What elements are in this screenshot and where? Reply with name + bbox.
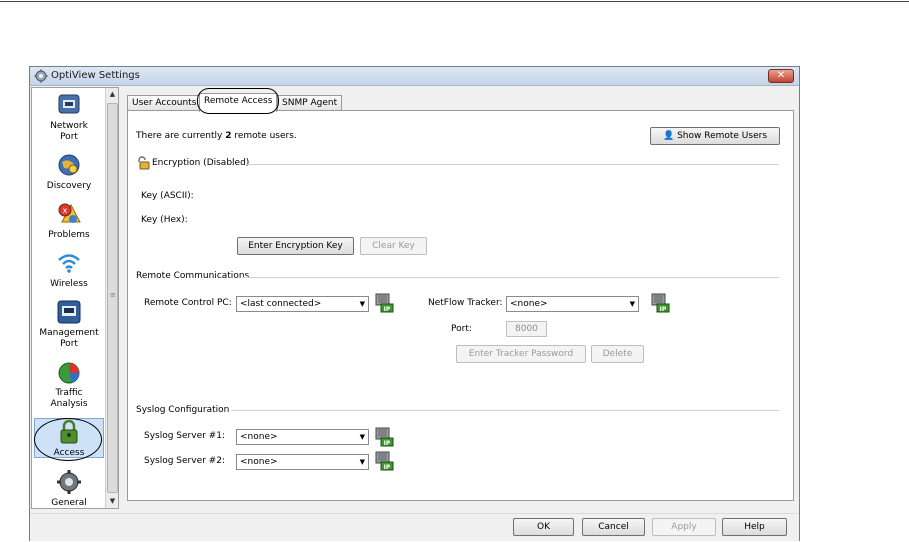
netflow-tracker-dropdown[interactable]: <none> ▼	[506, 296, 639, 312]
settings-gear-icon	[34, 69, 48, 83]
traffic-analysis-icon	[58, 362, 80, 384]
remote-communications-header: Remote Communications	[136, 271, 250, 281]
users-icon: 👤	[662, 131, 675, 141]
syslog-divider	[231, 410, 779, 411]
ip-config-icon[interactable]: IP	[650, 293, 670, 313]
svg-text:x: x	[63, 206, 68, 215]
svg-text:IP: IP	[384, 306, 391, 313]
scrollbar-thumb[interactable]: ≡	[107, 103, 118, 493]
netflow-tracker-value: <none>	[510, 299, 548, 309]
optiview-settings-window: OptiView Settings ✕ Network Port Discove…	[29, 66, 800, 541]
svg-text:IP: IP	[384, 440, 391, 447]
tab-label: User Accounts	[132, 98, 197, 108]
remote-users-suffix: remote users.	[231, 131, 297, 141]
access-highlight-circle	[34, 418, 102, 461]
sidebar-item-management-port[interactable]: Management Port	[34, 299, 104, 350]
syslog-server-1-value: <none>	[240, 432, 278, 442]
syslog-server-2-label: Syslog Server #2:	[144, 456, 225, 466]
enter-encryption-key-button[interactable]: Enter Encryption Key	[237, 237, 354, 255]
sidebar-item-label: Discovery	[46, 181, 92, 191]
sidebar-item-problems[interactable]: x Problems	[34, 201, 104, 241]
apply-button[interactable]: Apply	[652, 518, 716, 536]
help-button[interactable]: Help	[722, 518, 787, 536]
sidebar-item-general[interactable]: General	[34, 469, 104, 508]
sidebar-item-wireless[interactable]: Wireless	[34, 250, 104, 290]
scroll-up-icon[interactable]: ▲	[106, 88, 119, 101]
syslog-server-2-value: <none>	[240, 457, 278, 467]
general-gear-icon	[57, 470, 81, 494]
tab-label: SNMP Agent	[282, 98, 338, 108]
sidebar-item-label: General	[51, 498, 87, 508]
problems-icon: x	[58, 203, 81, 223]
discovery-icon	[58, 154, 80, 176]
sidebar-item-network-port[interactable]: Network Port	[34, 92, 104, 143]
cancel-button[interactable]: Cancel	[582, 518, 645, 536]
page-top-rule	[0, 1, 909, 2]
port-field[interactable]: 8000	[506, 321, 547, 337]
remote-control-pc-dropdown[interactable]: <last connected> ▼	[236, 296, 369, 312]
ip-config-icon[interactable]: IP	[374, 293, 394, 313]
chevron-down-icon: ▼	[629, 300, 635, 308]
chevron-down-icon: ▼	[359, 300, 365, 308]
sidebar-item-label: Traffic Analysis	[50, 388, 88, 409]
remote-users-prefix: There are currently	[136, 131, 226, 141]
chevron-down-icon: ▼	[359, 458, 365, 466]
syslog-server-1-dropdown[interactable]: <none> ▼	[236, 429, 369, 445]
chevron-down-icon: ▼	[359, 433, 365, 441]
syslog-configuration-header: Syslog Configuration	[136, 405, 230, 415]
clear-key-button[interactable]: Clear Key	[360, 237, 427, 255]
remote-access-highlight-circle	[197, 88, 279, 114]
tab-snmp-agent[interactable]: SNMP Agent	[277, 95, 343, 111]
key-hex-label: Key (Hex):	[141, 215, 188, 225]
syslog-server-1-label: Syslog Server #1:	[144, 431, 225, 441]
remote-users-text: There are currently 2 remote users.	[136, 131, 297, 141]
show-remote-users-button[interactable]: 👤 Show Remote Users	[650, 127, 780, 145]
sidebar-item-discovery[interactable]: Discovery	[34, 152, 104, 192]
sidebar-item-label: Problems	[48, 230, 90, 240]
port-label: Port:	[451, 324, 472, 334]
sidebar-item-label: Management Port	[39, 328, 99, 349]
ip-config-icon[interactable]: IP	[374, 427, 394, 447]
enter-tracker-password-button[interactable]: Enter Tracker Password	[456, 345, 586, 363]
management-port-icon	[57, 300, 81, 324]
netflow-tracker-label: NetFlow Tracker:	[428, 298, 503, 308]
encryption-header: Encryption (Disabled)	[152, 158, 250, 168]
ip-config-icon[interactable]: IP	[374, 451, 394, 471]
network-port-icon	[58, 94, 80, 114]
ok-button[interactable]: OK	[513, 518, 574, 536]
tab-user-accounts[interactable]: User Accounts	[127, 95, 202, 111]
close-button[interactable]: ✕	[768, 69, 794, 83]
sidebar-item-label: Network Port	[50, 121, 88, 142]
delete-button[interactable]: Delete	[591, 345, 644, 363]
remote-control-pc-label: Remote Control PC:	[144, 298, 232, 308]
remote-control-pc-value: <last connected>	[240, 299, 322, 309]
svg-text:IP: IP	[660, 306, 667, 313]
show-remote-users-label: Show Remote Users	[677, 131, 768, 141]
key-ascii-label: Key (ASCII):	[141, 191, 194, 201]
scroll-down-icon[interactable]: ▼	[106, 495, 119, 508]
sidebar-item-label: Wireless	[50, 279, 88, 289]
title-bar: OptiView Settings ✕	[30, 67, 799, 86]
grip-icon: ≡	[110, 291, 116, 299]
encryption-divider	[246, 164, 779, 165]
sidebar-scrollbar[interactable]: ▲ ≡ ▼	[105, 88, 118, 508]
remote-comm-divider	[242, 277, 779, 278]
sidebar-item-traffic-analysis[interactable]: Traffic Analysis	[34, 359, 104, 410]
remote-access-panel: There are currently 2 remote users. 👤 Sh…	[127, 110, 794, 501]
close-icon: ✕	[776, 70, 786, 81]
syslog-server-2-dropdown[interactable]: <none> ▼	[236, 454, 369, 470]
wireless-icon	[58, 254, 80, 273]
svg-text:IP: IP	[384, 464, 391, 471]
unlock-icon	[138, 156, 150, 170]
window-title: OptiView Settings	[51, 70, 140, 81]
dialog-footer: OK Cancel Apply Help	[30, 513, 799, 541]
